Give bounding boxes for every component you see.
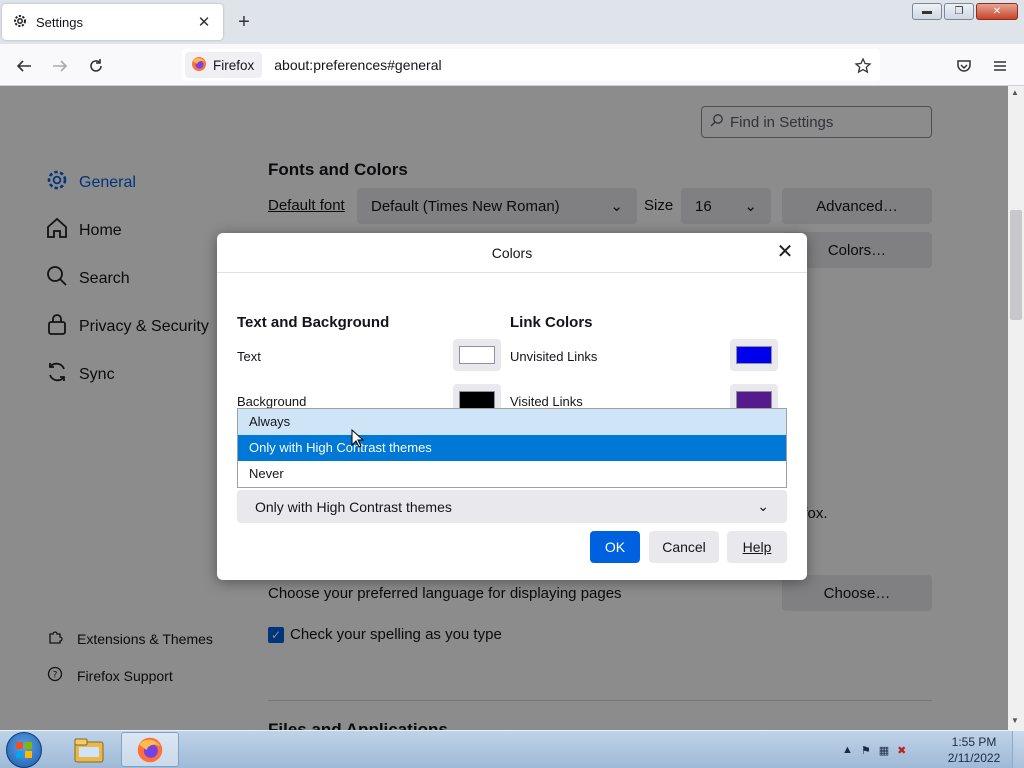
cancel-button[interactable]: Cancel — [649, 531, 719, 563]
tab-close-icon[interactable]: ✕ — [195, 13, 213, 31]
show-desktop-button[interactable] — [1012, 731, 1024, 768]
help-button[interactable]: Help — [727, 531, 787, 563]
override-colors-select[interactable]: Only with High Contrast themes ⌄ — [237, 490, 787, 523]
reload-icon[interactable] — [83, 53, 109, 79]
visited-links-label: Visited Links — [510, 394, 583, 409]
override-dropdown-list[interactable]: Always Only with High Contrast themes Ne… — [237, 408, 787, 488]
gear-icon — [12, 13, 28, 32]
tray-expand-icon[interactable]: ▲ — [842, 744, 853, 756]
override-option[interactable]: Never — [238, 461, 786, 487]
scroll-down-icon[interactable]: ▼ — [1011, 716, 1019, 725]
start-button[interactable] — [6, 732, 42, 768]
close-icon[interactable]: ✕ — [775, 242, 795, 263]
text-background-heading: Text and Background — [237, 314, 390, 331]
text-color-swatch — [459, 346, 495, 364]
volume-muted-icon[interactable]: ✖ — [897, 744, 906, 757]
bookmark-star-icon[interactable] — [850, 53, 876, 79]
url-text[interactable]: about:preferences#general — [274, 57, 880, 73]
override-selected-value: Only with High Contrast themes — [255, 498, 452, 515]
dialog-title: Colors — [217, 233, 807, 273]
new-tab-icon[interactable]: + — [232, 10, 256, 34]
text-color-label: Text — [237, 349, 261, 364]
taskbar: ▲ ⚑ ▦ ✖ 1:55 PM 2/11/2022 — [0, 730, 1024, 768]
network-icon[interactable]: ▦ — [879, 744, 889, 757]
identity-label: Firefox — [213, 57, 255, 73]
restore-button[interactable]: ❐ — [944, 3, 974, 20]
firefox-logo-icon — [191, 56, 207, 75]
clock-date: 2/11/2022 — [947, 751, 1001, 765]
minimize-button[interactable]: ▬ — [912, 3, 942, 20]
link-colors-heading: Link Colors — [510, 314, 593, 331]
visited-color-swatch — [736, 391, 772, 409]
override-option[interactable]: Always — [238, 409, 786, 435]
mouse-cursor-icon — [351, 429, 365, 448]
ok-button[interactable]: OK — [590, 531, 640, 563]
back-icon[interactable] — [11, 53, 37, 79]
taskbar-clock[interactable]: 1:55 PM 2/11/2022 — [944, 734, 1004, 766]
background-color-label: Background — [237, 394, 307, 409]
navigation-toolbar: Firefox about:preferences#general — [0, 44, 1024, 86]
action-center-flag-icon[interactable]: ⚑ — [861, 744, 871, 757]
unvisited-color-swatch — [736, 346, 772, 364]
clock-time: 1:55 PM — [951, 735, 997, 749]
firefox-taskbar-icon[interactable] — [121, 732, 179, 767]
unvisited-links-label: Unvisited Links — [510, 349, 598, 364]
text-color-picker[interactable] — [453, 339, 501, 371]
url-bar[interactable]: Firefox about:preferences#general — [182, 49, 880, 81]
windows-logo-icon — [16, 742, 32, 758]
tab-strip: Settings ✕ + ▬ ❐ ✕ — [0, 0, 1024, 44]
pocket-icon[interactable] — [951, 53, 977, 79]
forward-icon — [47, 53, 73, 79]
scrollbar-thumb[interactable] — [1010, 210, 1022, 320]
unvisited-color-picker[interactable] — [730, 339, 778, 371]
menu-icon[interactable] — [987, 53, 1013, 79]
window-close-button[interactable]: ✕ — [976, 3, 1018, 20]
page-scrollbar[interactable]: ▲ ▼ — [1008, 86, 1024, 730]
override-option[interactable]: Only with High Contrast themes — [238, 435, 786, 461]
explorer-taskbar-icon[interactable] — [60, 732, 118, 767]
identity-box[interactable]: Firefox — [185, 52, 263, 78]
colors-dialog: Colors ✕ Text and Background Text Backgr… — [217, 233, 807, 580]
window-controls: ▬ ❐ ✕ — [912, 3, 1018, 20]
system-tray: ▲ ⚑ ▦ ✖ — [842, 733, 906, 767]
scroll-up-icon[interactable]: ▲ — [1011, 88, 1019, 97]
chevron-down-icon: ⌄ — [757, 498, 769, 514]
tab-settings[interactable]: Settings ✕ — [2, 4, 223, 40]
tab-title: Settings — [36, 14, 83, 30]
background-color-swatch — [459, 391, 495, 409]
